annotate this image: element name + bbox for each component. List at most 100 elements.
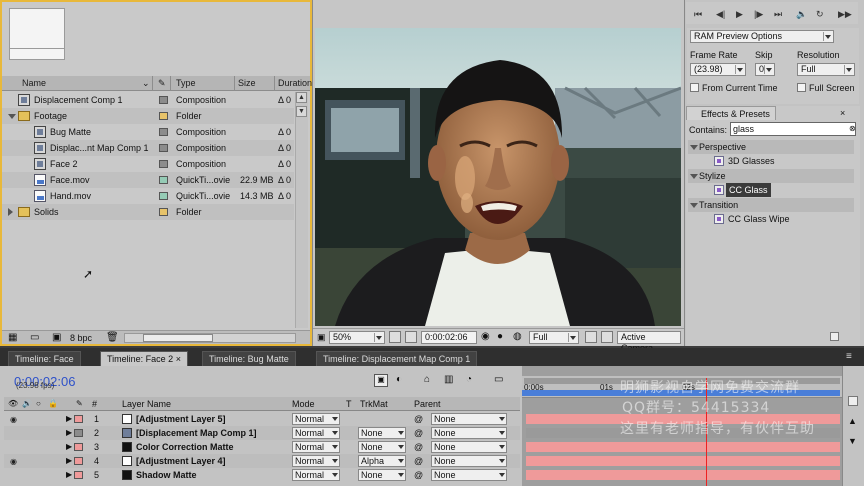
parent-dropdown[interactable]: None xyxy=(431,413,507,425)
region-of-interest-icon[interactable] xyxy=(585,331,597,343)
pick-whip-icon[interactable]: @ xyxy=(414,470,423,480)
label-column-icon[interactable]: ✎ xyxy=(158,78,166,89)
project-horizontal-scrollbar[interactable] xyxy=(124,333,296,343)
draft-3d-icon[interactable]: ⌂ xyxy=(424,374,430,385)
scroll-up-icon[interactable]: ▲ xyxy=(848,416,857,426)
visibility-eye-icon[interactable]: ◉ xyxy=(10,457,17,466)
project-vertical-scrollbar[interactable]: ▲ ▼ xyxy=(295,92,308,328)
tab-timeline-face[interactable]: Timeline: Face xyxy=(8,351,81,366)
blend-mode-dropdown[interactable]: Normal xyxy=(292,413,340,425)
comp-button-icon[interactable] xyxy=(848,396,858,406)
column-sort-icon[interactable]: ⌄ xyxy=(142,78,150,89)
panel-close-icon[interactable]: × xyxy=(840,108,845,118)
blend-mode-dropdown[interactable]: Normal xyxy=(292,441,340,453)
label-swatch[interactable] xyxy=(159,160,168,168)
layer-row[interactable]: ◉ ▶ 4 [Adjustment Layer 4] Normal Alpha @ None xyxy=(4,454,520,468)
play-icon[interactable]: ▶ xyxy=(736,9,743,20)
timeline-scrollbar[interactable]: ▲ ▼ xyxy=(842,366,864,486)
trash-icon[interactable]: 🗑 xyxy=(106,332,119,343)
layer-duration-bar[interactable] xyxy=(526,456,840,466)
grid-icon[interactable] xyxy=(405,331,417,343)
layer-row[interactable]: ▶ 3 Color Correction Matte Normal None @ None xyxy=(4,440,520,454)
layer-name[interactable]: Color Correction Matte xyxy=(136,442,234,452)
track-matte-dropdown[interactable]: Alpha xyxy=(358,455,406,467)
always-preview-icon[interactable]: ▣ xyxy=(317,332,326,343)
label-swatch[interactable] xyxy=(159,176,168,184)
parent-dropdown[interactable]: None xyxy=(431,469,507,481)
column-size[interactable]: Size xyxy=(238,78,256,88)
layer-label-swatch[interactable] xyxy=(74,457,83,465)
layer-row[interactable]: ▶ 5 Shadow Matte Normal None @ None xyxy=(4,468,520,482)
blend-mode-dropdown[interactable]: Normal xyxy=(292,455,340,467)
label-swatch[interactable] xyxy=(159,192,168,200)
layer-name[interactable]: [Displacement Map Comp 1] xyxy=(136,428,257,438)
layer-duration-bar[interactable] xyxy=(526,442,840,452)
effect-item-cc-glass-wipe[interactable]: CC Glass Wipe xyxy=(688,212,854,226)
layer-duration-bar[interactable] xyxy=(526,470,840,480)
tab-timeline-bug-matte[interactable]: Timeline: Bug Matte xyxy=(202,351,296,366)
effects-category-stylize[interactable]: Stylize xyxy=(688,169,854,183)
expand-layer-icon[interactable]: ▶ xyxy=(66,470,72,479)
video-frame[interactable] xyxy=(315,28,681,326)
column-name[interactable]: Name xyxy=(22,78,46,88)
layer-label-swatch[interactable] xyxy=(74,415,83,423)
layer-label-swatch[interactable] xyxy=(74,429,83,437)
skip-dropdown[interactable]: 0 xyxy=(755,63,775,76)
first-frame-icon[interactable]: ⏮ xyxy=(694,9,702,20)
expand-layer-icon[interactable]: ▶ xyxy=(66,428,72,437)
bit-depth[interactable]: 8 bpc xyxy=(70,333,92,343)
layer-name[interactable]: Shadow Matte xyxy=(136,470,197,480)
scroll-down-icon[interactable]: ▼ xyxy=(296,106,307,117)
motion-blur-icon[interactable]: ◔ xyxy=(466,374,472,385)
effects-search-input[interactable]: glass xyxy=(730,122,856,136)
resolution-dropdown[interactable]: Full xyxy=(529,331,579,344)
tab-timeline-face-2[interactable]: Timeline: Face 2 × xyxy=(100,351,188,366)
disclosure-icon[interactable] xyxy=(8,114,16,119)
project-item[interactable]: Hand.mov QuickTi...ovie 14.3 MB Δ 0 xyxy=(2,188,294,204)
from-current-time-checkbox[interactable] xyxy=(690,83,699,92)
project-item[interactable]: Displac...nt Map Comp 1 Composition Δ 0 xyxy=(2,140,294,156)
label-swatch[interactable] xyxy=(159,144,168,152)
column-type[interactable]: Type xyxy=(176,78,196,88)
effects-category-transition[interactable]: Transition xyxy=(688,198,854,212)
track-matte-dropdown[interactable]: None xyxy=(358,441,406,453)
live-update-icon[interactable]: ◐ xyxy=(396,374,402,385)
project-item[interactable]: Bug Matte Composition Δ 0 xyxy=(2,124,294,140)
blend-mode-dropdown[interactable]: Normal xyxy=(292,469,340,481)
next-frame-icon[interactable]: |▶ xyxy=(754,9,763,20)
column-duration[interactable]: Duration xyxy=(278,78,312,88)
scroll-thumb[interactable] xyxy=(143,334,213,342)
magnification-dropdown[interactable]: 50% xyxy=(329,331,385,344)
viewer-timecode[interactable]: 0:00:02:06 xyxy=(421,331,477,344)
layer-label-swatch[interactable] xyxy=(74,443,83,451)
project-item[interactable]: Displacement Comp 1 Composition Δ 0 xyxy=(2,92,294,108)
project-item[interactable]: Face 2 Composition Δ 0 xyxy=(2,156,294,172)
close-tab-icon[interactable]: × xyxy=(176,354,181,364)
project-item[interactable]: Footage Folder xyxy=(2,108,294,124)
audio-icon[interactable]: 🔈 xyxy=(796,9,807,20)
frame-blending-icon[interactable]: ▥ xyxy=(444,374,453,385)
tab-timeline-displacement-map[interactable]: Timeline: Displacement Map Comp 1 xyxy=(316,351,478,366)
pick-whip-icon[interactable]: @ xyxy=(414,456,423,466)
comp-mini-flowchart-icon[interactable]: ▣ xyxy=(374,374,388,387)
layer-row[interactable]: ▶ 2 [Displacement Map Comp 1] Normal None @ No… xyxy=(4,426,520,440)
track-matte-dropdown[interactable]: None xyxy=(358,427,406,439)
layer-name[interactable]: [Adjustment Layer 4] xyxy=(136,456,226,466)
label-swatch[interactable] xyxy=(159,96,168,104)
expand-layer-icon[interactable]: ▶ xyxy=(66,442,72,451)
layer-name-column[interactable]: Layer Name xyxy=(122,399,171,409)
blend-mode-dropdown[interactable]: Normal xyxy=(292,427,340,439)
transparency-grid-icon[interactable] xyxy=(601,331,613,343)
label-swatch[interactable] xyxy=(159,128,168,136)
parent-dropdown[interactable]: None xyxy=(431,455,507,467)
scroll-up-icon[interactable]: ▲ xyxy=(296,92,307,103)
pick-whip-icon[interactable]: @ xyxy=(414,442,423,452)
interpret-footage-icon[interactable]: ▦ xyxy=(8,332,17,343)
last-frame-icon[interactable]: ⏭ xyxy=(774,9,782,20)
layer-name[interactable]: [Adjustment Layer 5] xyxy=(136,414,226,424)
frame-rate-dropdown[interactable]: (23.98) xyxy=(690,63,746,76)
clear-search-icon[interactable]: ⊗ xyxy=(849,124,856,133)
safe-zones-icon[interactable] xyxy=(389,331,401,343)
effect-item-cc-glass[interactable]: CC Glass xyxy=(688,183,854,197)
full-screen-checkbox[interactable] xyxy=(797,83,806,92)
